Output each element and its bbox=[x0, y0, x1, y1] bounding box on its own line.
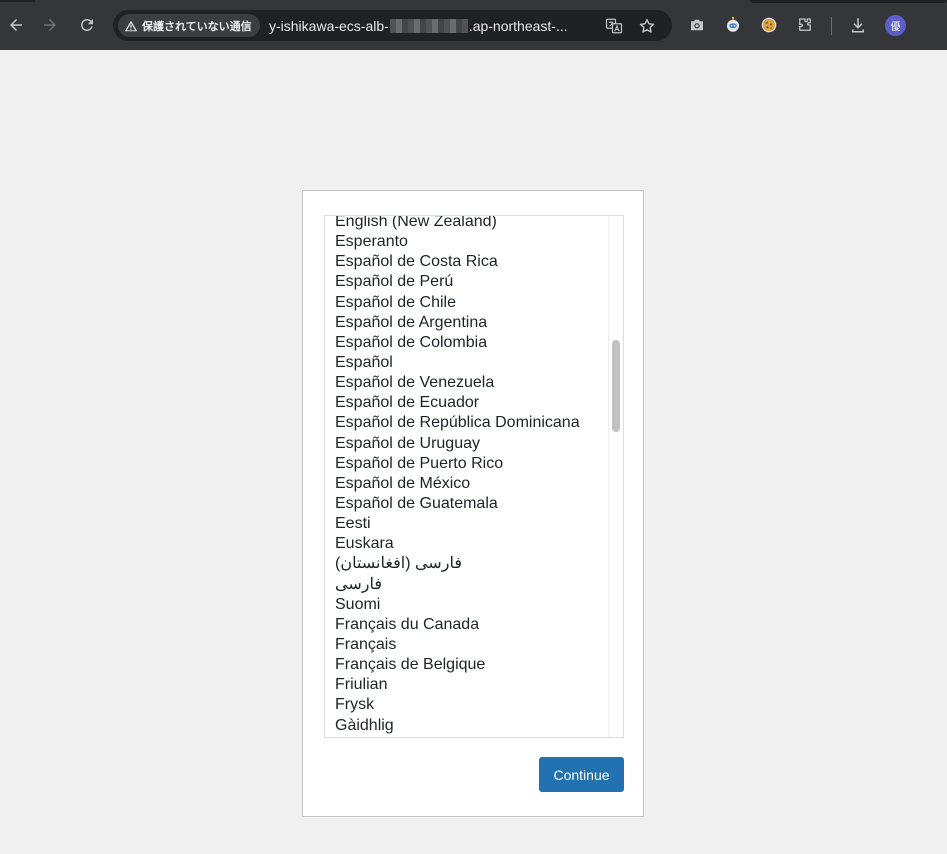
security-indicator[interactable]: 保護されていない通信 bbox=[118, 14, 260, 37]
language-option[interactable]: Frysk bbox=[325, 695, 609, 715]
language-option[interactable]: Euskara bbox=[325, 534, 609, 554]
back-arrow-icon bbox=[10, 19, 22, 31]
language-option[interactable]: Español de Guatemala bbox=[325, 494, 609, 514]
profile-avatar[interactable]: 優 bbox=[885, 15, 906, 36]
list-scrollbar[interactable] bbox=[608, 216, 623, 737]
downloads-button[interactable] bbox=[848, 15, 868, 35]
url-text[interactable]: y-ishikawa-ecs-alb- .ap-northeast-... bbox=[269, 17, 568, 35]
language-option[interactable]: Español de Ecuador bbox=[325, 393, 609, 413]
language-option[interactable]: Español bbox=[325, 353, 609, 373]
toolbar-divider bbox=[831, 17, 832, 35]
screenshot-button[interactable] bbox=[687, 15, 707, 35]
language-option[interactable]: Friulian bbox=[325, 675, 609, 695]
language-option[interactable]: Français de Belgique bbox=[325, 655, 609, 675]
puzzle-icon bbox=[799, 18, 811, 31]
url-start: y-ishikawa-ecs-alb- bbox=[269, 18, 389, 34]
forward-arrow-icon bbox=[44, 19, 56, 31]
language-option[interactable]: فارسی (افغانستان) bbox=[325, 554, 609, 574]
star-icon bbox=[639, 18, 655, 33]
bookmark-button[interactable] bbox=[637, 16, 657, 36]
language-option[interactable]: Español de México bbox=[325, 474, 609, 494]
language-option[interactable]: Eesti bbox=[325, 514, 609, 534]
language-option[interactable]: Español de Argentina bbox=[325, 313, 609, 333]
redacted-url-segment bbox=[389, 19, 468, 33]
cookie-extension-icon bbox=[761, 17, 777, 33]
continue-button[interactable]: Continue bbox=[539, 757, 624, 792]
scrollbar-thumb[interactable] bbox=[612, 340, 620, 432]
tab-strip-edge bbox=[0, 0, 35, 2]
language-option[interactable]: Español de Venezuela bbox=[325, 373, 609, 393]
language-option[interactable]: English (New Zealand) bbox=[325, 216, 609, 232]
language-setup-card: English (New Zealand) Esperanto Español de… bbox=[302, 190, 644, 817]
reload-button[interactable] bbox=[75, 13, 99, 37]
language-option[interactable]: Français bbox=[325, 635, 609, 655]
language-option[interactable]: Español de Uruguay bbox=[325, 434, 609, 454]
language-option[interactable]: Español de Chile bbox=[325, 293, 609, 313]
language-option[interactable]: Gàidhlig bbox=[325, 716, 609, 736]
language-option[interactable]: Español de Puerto Rico bbox=[325, 454, 609, 474]
extensions-button[interactable] bbox=[795, 15, 815, 35]
camera-icon bbox=[691, 19, 703, 31]
security-label: 保護されていない通信 bbox=[142, 20, 252, 33]
language-option[interactable]: Français du Canada bbox=[325, 615, 609, 635]
url-end: .ap-northeast-... bbox=[468, 18, 568, 34]
language-option[interactable]: فارسی bbox=[325, 575, 609, 595]
language-option[interactable]: Español de Costa Rica bbox=[325, 252, 609, 272]
forward-button[interactable] bbox=[38, 13, 62, 37]
tab-strip-edge bbox=[750, 0, 947, 3]
translate-button[interactable] bbox=[604, 16, 624, 36]
reload-icon bbox=[80, 18, 93, 31]
language-options: English (New Zealand) Esperanto Español de… bbox=[325, 216, 609, 736]
language-option[interactable]: Español de República Dominicana bbox=[325, 413, 609, 433]
address-bar[interactable]: 保護されていない通信 y-ishikawa-ecs-alb- .ap-north… bbox=[113, 10, 672, 41]
robot-extension-icon bbox=[727, 16, 739, 32]
translate-icon bbox=[605, 18, 623, 34]
extension-button-1[interactable] bbox=[723, 15, 743, 35]
language-select-list[interactable]: English (New Zealand) Esperanto Español de… bbox=[324, 215, 624, 738]
back-button[interactable] bbox=[4, 13, 28, 37]
download-icon bbox=[852, 18, 864, 33]
language-option[interactable]: Esperanto bbox=[325, 232, 609, 252]
language-option[interactable]: Suomi bbox=[325, 595, 609, 615]
language-option[interactable]: Español de Colombia bbox=[325, 333, 609, 353]
browser-toolbar: 保護されていない通信 y-ishikawa-ecs-alb- .ap-north… bbox=[0, 0, 947, 50]
extension-button-2[interactable] bbox=[759, 15, 779, 35]
warning-triangle-icon bbox=[124, 20, 138, 31]
language-option[interactable]: Español de Perú bbox=[325, 272, 609, 292]
